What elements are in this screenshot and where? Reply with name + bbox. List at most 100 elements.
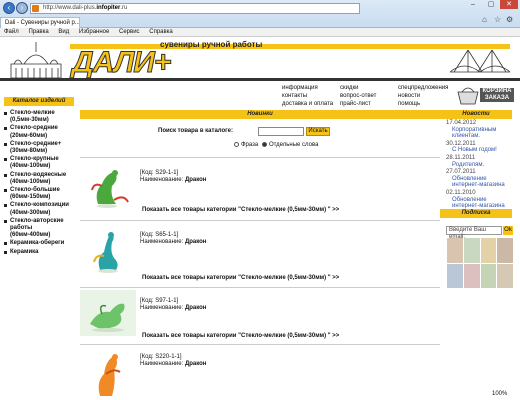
product-dragon-image[interactable] xyxy=(80,346,136,398)
subscribe-button[interactable]: Ok xyxy=(503,226,513,235)
news-link[interactable]: Родителям. xyxy=(446,162,512,169)
zoom-level[interactable]: 100% xyxy=(492,391,507,397)
site-favicon xyxy=(32,5,39,12)
home-icon[interactable]: ⌂ xyxy=(482,16,490,24)
url-domain: infopiter xyxy=(96,5,121,11)
bridge-illustration-icon xyxy=(449,49,511,73)
radio-words[interactable] xyxy=(261,142,267,147)
nav-contacts-link[interactable]: контакты xyxy=(282,92,333,100)
product-name-row: Наименование: Дракон xyxy=(140,305,206,312)
catalog-item[interactable]: Стекло-композиции (40мм-300мм) xyxy=(4,202,74,216)
catalog-item[interactable]: Стекло-водяесные (40мм-100мм) xyxy=(4,172,74,186)
search-input[interactable] xyxy=(258,127,304,136)
catalog-item[interactable]: Стекло-средние+ (30мм-80мм) xyxy=(4,141,74,155)
nav-news-link[interactable]: новости xyxy=(398,92,448,100)
basket-label[interactable]: КОРЗИНА ЗАКАЗА xyxy=(480,88,514,102)
product-name-row: Наименование: Дракон xyxy=(140,361,206,368)
menu-view[interactable]: Вид xyxy=(58,29,69,35)
product-name-row: Наименование: Дракон xyxy=(140,177,206,184)
photo-gallery xyxy=(447,238,513,288)
nav-specials-link[interactable]: спецпредложения xyxy=(398,84,448,92)
news-date: 17.04.2012 xyxy=(446,120,477,126)
menu-favorites[interactable]: Избранное xyxy=(79,29,109,35)
catalog-item[interactable]: Стекло-большие (60мм-150мм) xyxy=(4,187,74,201)
product-card: [Код: S29-1-1] Наименование: Дракон Пока… xyxy=(80,162,440,218)
product-name[interactable]: Дракон xyxy=(185,361,207,367)
back-button[interactable]: ‹ xyxy=(3,2,15,14)
category-link[interactable]: Показать все товары категории "Стекло-ме… xyxy=(142,333,339,339)
category-link[interactable]: Показать все товары категории "Стекло-ме… xyxy=(142,275,339,281)
forward-button[interactable]: › xyxy=(16,2,28,14)
gallery-thumb[interactable] xyxy=(480,263,497,288)
catalog-item[interactable]: Керамика-обереги xyxy=(4,240,74,247)
catalog-heading: Каталог изделий xyxy=(4,97,74,106)
catalog-item[interactable]: Керамика xyxy=(4,249,74,256)
gallery-thumb[interactable] xyxy=(447,238,463,263)
catalog-item[interactable]: Стекло-крупные (40мм-100мм) xyxy=(4,156,74,170)
menu-tools[interactable]: Сервис xyxy=(119,29,140,35)
news-list: 17.04.2012 Корпоративным клиентам. 30.12… xyxy=(446,120,512,211)
gallery-thumb[interactable] xyxy=(463,263,480,288)
nav-info-link[interactable]: информация xyxy=(282,84,333,92)
search-button[interactable]: Искать xyxy=(306,127,330,136)
menu-edit[interactable]: Правка xyxy=(28,29,48,35)
tab-active[interactable]: Dali - Сувениры ручной р... xyxy=(0,17,80,28)
news-heading: Новости xyxy=(440,110,512,119)
gallery-thumb[interactable] xyxy=(447,263,463,288)
product-card: [Код: S220-1-1] Наименование: Дракон xyxy=(80,346,440,398)
product-name[interactable]: Дракон xyxy=(185,239,207,245)
maximize-icon[interactable]: ▢ xyxy=(482,0,500,9)
category-link[interactable]: Показать все товары категории "Стекло-ме… xyxy=(142,207,339,213)
topnav-col3: спецпредложения новости помощь xyxy=(398,84,448,108)
news-link[interactable]: Обновление интернет-магазина xyxy=(446,176,512,189)
product-dragon-image[interactable] xyxy=(80,228,136,274)
site-logo[interactable]: ДАЛИ+ xyxy=(71,46,171,80)
product-code: [Код: S220-1-1] xyxy=(140,354,182,360)
minimize-icon[interactable]: – xyxy=(464,0,482,9)
product-name-label: Наименование: xyxy=(140,239,184,245)
radio-phrase[interactable] xyxy=(234,142,239,147)
menu-file[interactable]: Файл xyxy=(4,29,19,35)
nav-pricelist-link[interactable]: прайс-лист xyxy=(340,100,376,108)
news-link[interactable]: С Новым годом! xyxy=(446,147,512,154)
product-dragon-image[interactable] xyxy=(80,290,136,336)
nav-faq-link[interactable]: вопрос-ответ xyxy=(340,92,376,100)
gallery-thumb[interactable] xyxy=(480,238,497,263)
product-code: [Код: S65-1-1] xyxy=(140,232,179,238)
topnav-col1: информация контакты доставка и оплата xyxy=(282,84,333,108)
radio-phrase-label: Фраза xyxy=(241,142,259,149)
product-code-block: [Код: S65-1-1] Наименование: Дракон xyxy=(140,232,206,246)
star-icon[interactable]: ☆ xyxy=(494,16,502,24)
product-name-label: Наименование: xyxy=(140,361,184,367)
product-name[interactable]: Дракон xyxy=(185,177,207,183)
close-icon[interactable]: ✕ xyxy=(500,0,518,9)
product-dragon-image[interactable] xyxy=(80,164,136,210)
gallery-thumb[interactable] xyxy=(463,238,480,263)
divider xyxy=(80,287,440,288)
product-code-block: [Код: S220-1-1] Наименование: Дракон xyxy=(140,354,206,368)
catalog-item[interactable]: Стекло-авторские работы (60мм-400мм) xyxy=(4,218,74,240)
gallery-thumb[interactable] xyxy=(497,238,513,263)
radio-words-label: Отдельные слова xyxy=(268,142,319,149)
catalog-item[interactable]: Стекло-средние (20мм-60мм) xyxy=(4,125,74,139)
nav-discounts-link[interactable]: скидки xyxy=(340,84,376,92)
address-bar[interactable]: http://www.dali-plus.infopiter.ru xyxy=(30,3,360,14)
catalog-item[interactable]: Стекло-мелкие (0,5мм-30мм) xyxy=(4,110,74,124)
product-name[interactable]: Дракон xyxy=(185,305,207,311)
menu-help[interactable]: Справка xyxy=(149,29,173,35)
email-field[interactable]: Введите Ваш email: xyxy=(446,226,502,240)
nav-delivery-link[interactable]: доставка и оплата xyxy=(282,100,333,108)
divider xyxy=(80,344,440,345)
search-mode-radios: Фраза Отдельные слова xyxy=(232,142,318,148)
nav-help-link[interactable]: помощь xyxy=(398,100,448,108)
product-card: [Код: S97-1-1] Наименование: Дракон Пока… xyxy=(80,290,440,342)
subscribe-heading: Подписка xyxy=(440,209,512,218)
site-header: сувениры ручной работы ДАЛИ+ xyxy=(0,38,520,82)
cathedral-logo-icon xyxy=(10,42,62,79)
gallery-thumb[interactable] xyxy=(497,263,513,288)
news-link[interactable]: Корпоративным клиентам. xyxy=(446,127,512,140)
topnav-col2: скидки вопрос-ответ прайс-лист xyxy=(340,84,376,108)
gear-icon[interactable]: ⚙ xyxy=(506,16,514,24)
news-link[interactable]: Обновление интернет-магазина xyxy=(446,197,512,210)
news-date: 02.11.2010 xyxy=(446,189,476,196)
